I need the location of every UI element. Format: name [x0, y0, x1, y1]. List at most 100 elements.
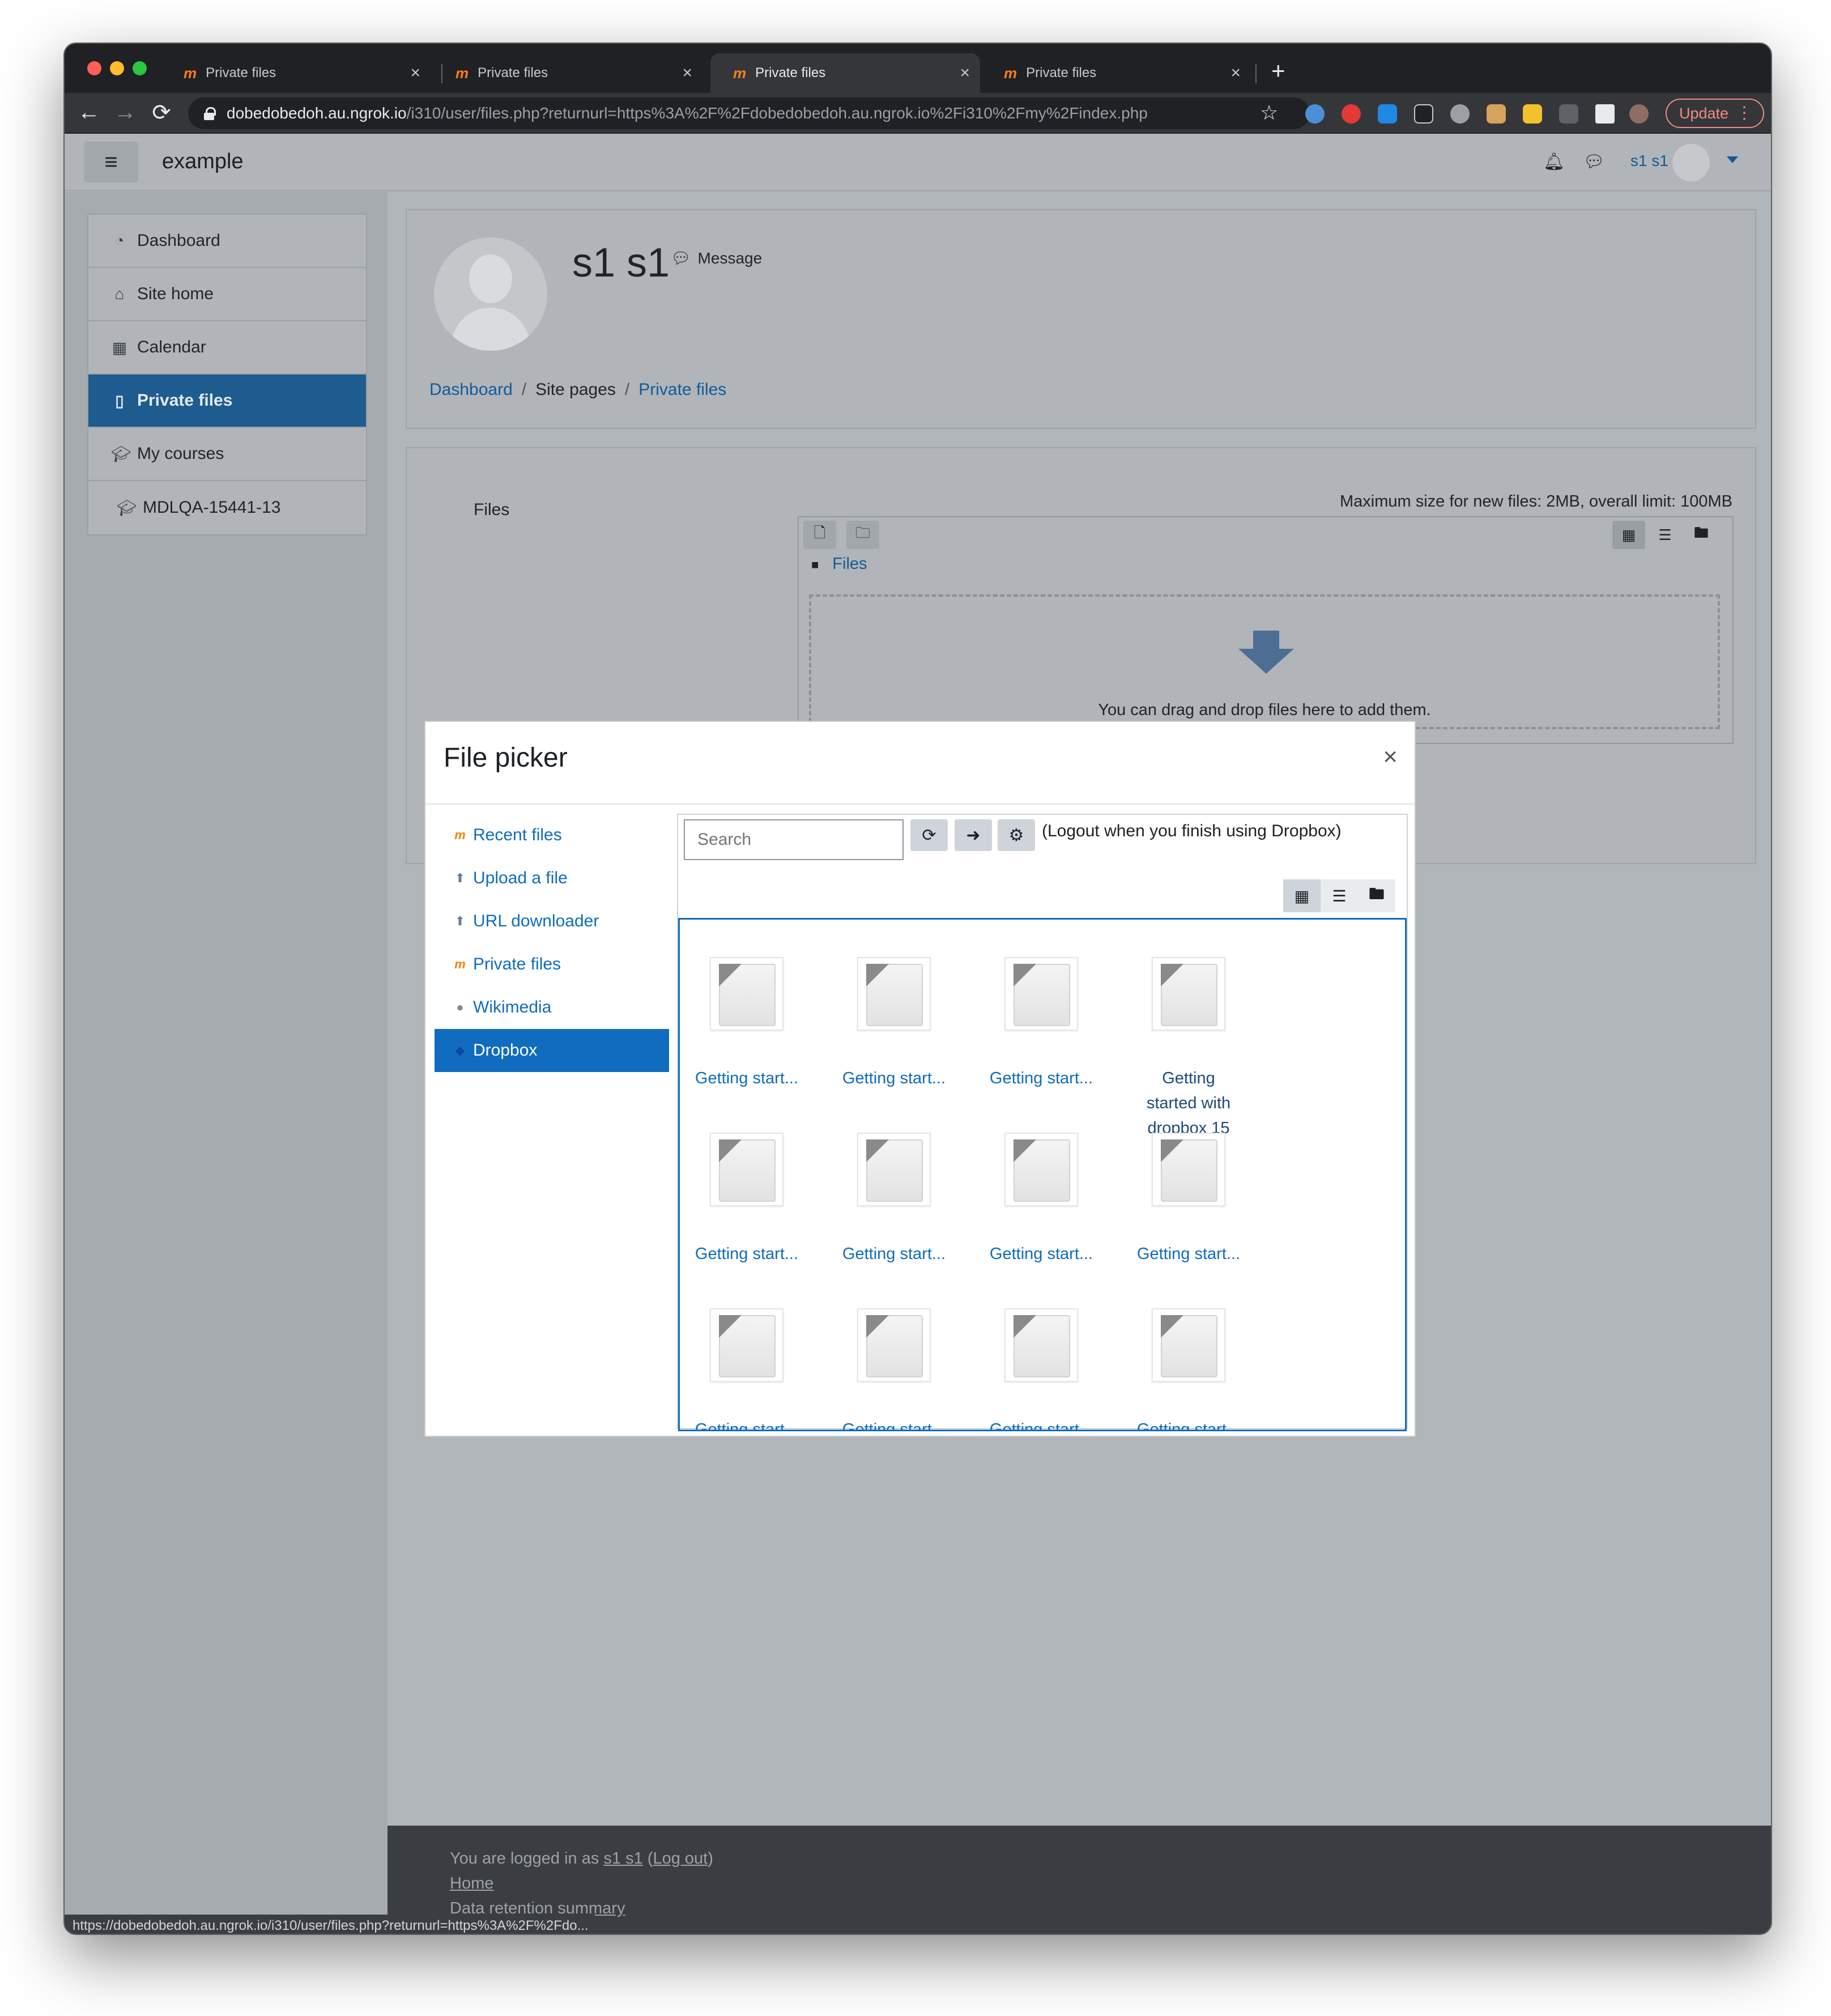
forward-button[interactable]: →	[111, 100, 139, 125]
user-menu-caret-icon[interactable]	[1727, 156, 1738, 163]
reload-button[interactable]: ⟳	[147, 100, 176, 126]
drop-zone[interactable]: You can drag and drop files here to add …	[809, 594, 1720, 729]
close-icon[interactable]: ×	[1383, 745, 1398, 769]
profile-avatar-icon[interactable]	[1629, 104, 1649, 124]
sidebar-item-label: Private files	[137, 391, 233, 410]
messages-icon[interactable]: 💬︎	[1583, 152, 1604, 171]
footer-home-link[interactable]: Home	[450, 1874, 493, 1892]
refresh-button[interactable]: ⟳	[910, 819, 948, 851]
extensions-puzzle-icon[interactable]	[1595, 104, 1615, 124]
moodle-icon: m	[454, 828, 466, 842]
file-name: Getting start...	[842, 1069, 946, 1087]
user-avatar[interactable]	[1672, 144, 1710, 181]
sidebar-item-label: My courses	[137, 444, 224, 463]
file-item[interactable]: Getting start...	[837, 1133, 951, 1266]
file-item[interactable]: Getting start...	[1132, 1308, 1245, 1430]
update-button[interactable]: Update ⋮	[1666, 99, 1764, 128]
footer-user-link[interactable]: s1 s1	[603, 1849, 642, 1868]
close-tab-icon[interactable]: ×	[1230, 63, 1241, 83]
view-icons-button[interactable]: ▦	[1612, 521, 1645, 549]
sidebar-item-private-files[interactable]: ▯ Private files	[88, 375, 366, 428]
moodle-icon: m	[733, 64, 747, 82]
sidebar-item-my-courses[interactable]: 🎓︎ My courses	[88, 428, 366, 481]
browser-tab-3[interactable]: m Private files ×	[710, 53, 980, 93]
bookmark-star-icon[interactable]: ☆	[1260, 101, 1278, 125]
extension-7-icon[interactable]	[1523, 104, 1542, 124]
repo-dropbox[interactable]: ◆ Dropbox	[435, 1029, 669, 1072]
view-list-button[interactable]: ☰	[1649, 521, 1681, 549]
sidebar-item-calendar[interactable]: ▦ Calendar	[88, 321, 366, 375]
browser-tab-2[interactable]: m Private files ×	[433, 53, 702, 93]
file-thumbnail-icon	[710, 1308, 784, 1382]
close-window-button[interactable]	[87, 61, 101, 75]
notifications-bell-icon[interactable]: 🔔︎	[1543, 152, 1565, 171]
lock-icon	[204, 107, 216, 120]
breadcrumb-private-files[interactable]: Private files	[638, 380, 726, 399]
search-input[interactable]	[684, 819, 904, 860]
repo-upload-file[interactable]: ⬆ Upload a file	[435, 857, 669, 900]
extension-5-icon[interactable]	[1450, 104, 1470, 124]
extension-8-icon[interactable]	[1559, 104, 1578, 124]
file-item[interactable]: Getting start...	[690, 957, 803, 1091]
extension-4-icon[interactable]	[1414, 104, 1433, 124]
repository-list: m Recent files ⬆ Upload a file ⬆ URL dow…	[435, 814, 669, 1072]
repo-label: Recent files	[473, 826, 562, 844]
browser-tab-1[interactable]: m Private files ×	[161, 53, 431, 93]
logout-hint-text: (Logout when you finish using Dropbox)	[1042, 822, 1342, 840]
repo-recent-files[interactable]: m Recent files	[435, 814, 669, 857]
view-icons-button[interactable]: ▦	[1283, 879, 1321, 912]
login-info: You are logged in as s1 s1 (Log out)	[450, 1849, 713, 1868]
repo-private-files[interactable]: m Private files	[435, 943, 669, 986]
file-name: Getting start...	[695, 1420, 799, 1431]
repo-url-downloader[interactable]: ⬆ URL downloader	[435, 900, 669, 943]
user-menu-name[interactable]: s1 s1	[1630, 152, 1668, 170]
sidebar-item-course[interactable]: 🎓︎ MDLQA-15441-13	[88, 481, 366, 534]
file-item[interactable]: Getting start...	[985, 1133, 1098, 1266]
breadcrumb-dashboard[interactable]: Dashboard	[429, 380, 513, 399]
extension-6-icon[interactable]	[1487, 104, 1506, 124]
browser-toolbar: ← → ⟳ dobedobedoh.au.ngrok.io/i310/user/…	[65, 93, 1771, 134]
repo-wikimedia[interactable]: ● Wikimedia	[435, 986, 669, 1029]
file-item[interactable]: Getting started with dropbox 15	[1132, 957, 1245, 1141]
view-tree-button[interactable]: 🖿	[1685, 521, 1718, 549]
maximize-window-button[interactable]	[133, 61, 147, 75]
file-item[interactable]: Getting start...	[837, 957, 951, 1091]
close-tab-icon[interactable]: ×	[960, 63, 970, 83]
file-item[interactable]: Getting start...	[985, 957, 1098, 1091]
extension-3-icon[interactable]	[1378, 104, 1397, 124]
browser-tab-4[interactable]: m Private files ×	[981, 53, 1251, 93]
extension-1-icon[interactable]	[1305, 104, 1325, 124]
file-item[interactable]: Getting start...	[985, 1308, 1098, 1430]
view-tree-button[interactable]: 🖿	[1358, 879, 1395, 912]
message-button[interactable]: 💬︎ Message	[671, 249, 762, 267]
add-file-button[interactable]: 🗋	[803, 521, 836, 549]
close-tab-icon[interactable]: ×	[682, 63, 692, 83]
drop-arrow-icon	[1238, 631, 1294, 674]
site-name[interactable]: example	[162, 150, 244, 174]
path-files-link[interactable]: Files	[832, 555, 867, 573]
sidebar-item-label: Calendar	[137, 338, 206, 356]
file-thumbnail-icon	[710, 957, 784, 1031]
page-header: s1 s1 💬︎ Message Dashboard / Site pages / Pri…	[406, 209, 1756, 429]
more-menu-icon[interactable]: ⋮	[1736, 103, 1753, 123]
drawer-toggle-button[interactable]: ≡	[84, 142, 138, 182]
file-item[interactable]: Getting start...	[837, 1308, 951, 1430]
sidebar-item-dashboard[interactable]: ◔ Dashboard	[88, 215, 366, 268]
logout-button[interactable]: ➜	[955, 819, 992, 851]
file-item[interactable]: Getting start...	[690, 1308, 803, 1431]
view-list-button[interactable]: ☰	[1321, 879, 1358, 912]
create-folder-button[interactable]: 🗀	[846, 521, 879, 549]
file-item[interactable]: Getting start...	[1132, 1133, 1245, 1266]
close-tab-icon[interactable]: ×	[410, 63, 420, 83]
extension-2-icon[interactable]	[1342, 104, 1361, 124]
footer-logout-link[interactable]: Log out	[653, 1849, 708, 1868]
new-tab-button[interactable]: +	[1271, 57, 1285, 84]
file-item[interactable]: Getting start...	[690, 1133, 803, 1266]
back-button[interactable]: ←	[75, 100, 103, 125]
sidebar-item-label: Site home	[137, 284, 214, 303]
sidebar-item-site-home[interactable]: ⌂ Site home	[88, 268, 366, 321]
repo-label: URL downloader	[473, 912, 599, 930]
minimize-window-button[interactable]	[110, 61, 124, 75]
settings-button[interactable]: ⚙	[998, 819, 1035, 851]
address-bar[interactable]: dobedobedoh.au.ngrok.io/i310/user/files.…	[188, 97, 1310, 129]
